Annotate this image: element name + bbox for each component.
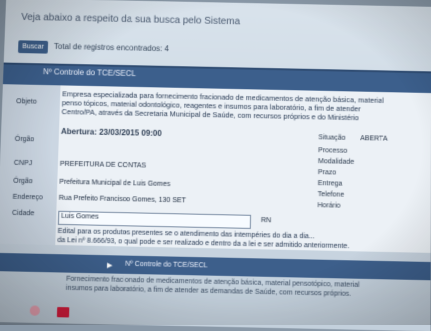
field-label-endereco: Endereço	[12, 193, 43, 202]
situacao-value: ABERTA	[360, 135, 388, 143]
search-button-label: Buscar	[22, 43, 44, 51]
horario-label: Horário	[317, 202, 341, 210]
field-label-cidade: Cidade	[11, 209, 35, 218]
filter-bar: Buscar Total de registros encontrados: 4	[17, 40, 425, 62]
situacao-label: Situação	[318, 134, 346, 142]
prazo-label: Prazo	[317, 169, 337, 177]
processo-label: Processo	[318, 147, 348, 155]
page-title: Veja abaixo a respeito da sua busca pelo…	[21, 12, 241, 28]
telefone-label: Telefone	[317, 191, 345, 199]
tab-label: Nº Controle do TCE/SECL	[42, 67, 137, 79]
photo-of-screen: Veja abaixo a respeito da sua busca pelo…	[0, 0, 431, 331]
field-label-cnpj: CNPJ	[13, 159, 33, 168]
field-label-orgao: Órgão	[14, 135, 35, 144]
bottom-description: Fornecimento fracionado de medicamentos …	[66, 275, 430, 305]
red-square-icon	[56, 307, 70, 318]
expand-icon[interactable]: ▸	[107, 258, 113, 271]
tab-record[interactable]: Nº Controle do TCE/SECL	[43, 67, 162, 81]
field-label-objeto: Objeto	[16, 98, 37, 106]
search-button[interactable]: Buscar	[17, 40, 49, 54]
entrega-label: Entrega	[317, 180, 343, 188]
modalidade-label: Modalidade	[317, 158, 355, 166]
field-label-orgao-2: Órgão	[13, 177, 33, 186]
pink-dot-icon	[29, 305, 41, 316]
opening-date: Abertura: 23/03/2015 09:00	[60, 126, 162, 138]
city-value: Luis Gomes	[61, 212, 99, 221]
uf-value: RN	[260, 217, 272, 225]
results-count: Total de registros encontrados: 4	[53, 41, 170, 54]
